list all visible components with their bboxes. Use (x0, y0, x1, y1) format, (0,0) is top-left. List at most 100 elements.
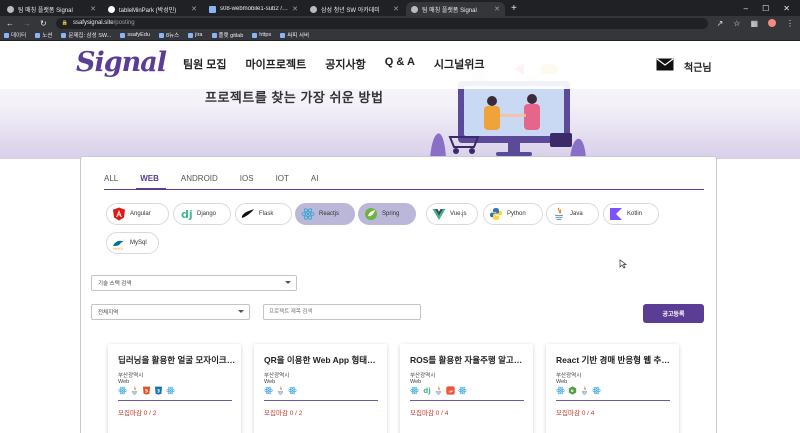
close-icon[interactable]: ✕ (783, 4, 790, 13)
bookmark-item[interactable]: 노션 (35, 31, 52, 39)
bookmark-item[interactable]: 플랫 gitlab (211, 31, 244, 39)
bookmark-label: 8뉴스 (165, 33, 180, 39)
nav-menu-item[interactable]: 공지사항 (325, 56, 365, 72)
star-icon[interactable]: ☆ (733, 19, 740, 28)
tech-chip-kotlin[interactable]: Kotlin (603, 203, 659, 225)
tech-chip-python[interactable]: Python (483, 203, 543, 225)
category-tab[interactable]: AI (311, 174, 319, 186)
page: 프로젝트를 찾는 가장 쉬운 방법 Signal 팀원 모집 마이프로젝트 공지사항… (0, 41, 800, 433)
project-card[interactable]: 딥러닝을 활용한 얼굴 모자이크 자동...부산광역시Web53모집마감 0 /… (108, 344, 241, 433)
browser-tab[interactable]: 팀 매칭 플랫폼 Signal ✕ (2, 2, 101, 16)
back-icon[interactable]: ← (6, 19, 14, 28)
bookmark-icon (120, 32, 126, 38)
tech-chip-mysql[interactable]: MySQL MySql (106, 232, 159, 254)
swift-icon (446, 386, 455, 395)
angular-icon (112, 207, 126, 221)
url-host: ssafysignal.site (72, 20, 114, 26)
tech-chip-spring[interactable]: Spring (358, 203, 416, 225)
project-tech-stack: N (556, 386, 601, 395)
html5-icon: 5 (142, 386, 151, 395)
project-region: 부산광역시 (410, 373, 436, 379)
tech-stack-search-select[interactable]: 기술 스택 검색 (91, 275, 297, 291)
java-icon (130, 386, 139, 395)
react-icon (592, 386, 601, 395)
tab-close-icon[interactable]: ✕ (494, 5, 500, 13)
top-nav: Signal 팀원 모집 마이프로젝트 공지사항 Q & A 시그널위크 척근님 (0, 41, 800, 89)
url-field[interactable]: 🔒 ssafysignal.site/posting (55, 17, 708, 29)
nav-menu-item[interactable]: 팀원 모집 (183, 56, 227, 72)
kotlin-icon (609, 207, 623, 221)
project-card[interactable]: React 기반 경매 반응형 웹 추가 개발부산광역시WebN 모집마감 0 /… (546, 344, 679, 433)
svg-text:dj: dj (423, 386, 430, 395)
react-icon (301, 207, 315, 221)
bookmark-label: ssafyEdu (127, 32, 150, 38)
category-tab[interactable]: IOT (276, 174, 289, 186)
minimize-icon[interactable]: – (744, 4, 748, 13)
tech-chip-java[interactable]: Java (546, 203, 599, 225)
user-name[interactable]: 척근님 (684, 59, 712, 74)
react-icon (288, 386, 297, 395)
project-tech-stack: 53 (118, 386, 175, 395)
browser-tab[interactable]: tableMinPark (박성민) ✕ (103, 2, 202, 16)
menu-icon[interactable]: ⋮ (786, 19, 794, 28)
category-tab[interactable]: ANDROID (181, 174, 218, 186)
tech-chip-angular[interactable]: Angular (106, 203, 169, 225)
bookmarks-bar: 데이터 노션 문제집: 삼성 SW... ssafyEdu 8뉴스 jira 플랫 gitl… (0, 30, 800, 41)
category-tab[interactable]: ALL (104, 174, 118, 186)
tab-close-icon[interactable]: ✕ (393, 5, 399, 13)
nav-menu-item[interactable]: Q & A (385, 56, 415, 72)
bookmark-item[interactable]: ssafyEdu (120, 32, 150, 38)
tech-chip-flask[interactable]: Flask (235, 203, 292, 225)
bookmark-icon (188, 32, 194, 38)
browser-tab[interactable]: 삼성 청년 SW 아카데미 ✕ (305, 2, 404, 16)
spring-icon (364, 207, 378, 221)
mouse-cursor-icon (619, 259, 627, 269)
bookmark-item[interactable]: 문제집: 삼성 SW... (61, 31, 111, 39)
nav-menu-item[interactable]: 마이프로젝트 (246, 56, 307, 72)
share-icon[interactable]: ↗ (717, 19, 724, 28)
bookmark-label: 플랫 gitlab (218, 33, 244, 39)
vue-icon (432, 207, 446, 221)
tech-chip-vuejs[interactable]: Vue.js (426, 203, 478, 225)
category-tab[interactable]: IOS (240, 174, 254, 186)
tab-close-icon[interactable]: ✕ (191, 5, 197, 13)
project-status-label: 모집마감 (118, 410, 142, 417)
tab-close-icon[interactable]: ✕ (90, 5, 96, 13)
browser-tab-title: tableMinPark (박성민) (119, 7, 177, 14)
project-field: Web (410, 379, 422, 385)
browser-tab[interactable]: s08-webmobile1-sub2 / S08P12✕ (204, 2, 303, 16)
project-card[interactable]: ROS를 활용한 자율주행 알고리즘 개... 부산광역시Webdj 모집마감 0 … (400, 344, 533, 433)
mail-icon[interactable] (656, 58, 674, 71)
bookmark-item[interactable]: https (252, 32, 271, 38)
react-icon (166, 386, 175, 395)
forward-icon[interactable]: → (23, 19, 31, 28)
bookmark-item[interactable]: 싸피 서버 (280, 31, 309, 39)
project-card[interactable]: QR을 이용한 Web App 형태의 결제... 부산광역시Web 모집마감 0 … (254, 344, 387, 433)
extension-icon[interactable]: ▦ (750, 19, 758, 28)
browser-tab[interactable]: 팀 매칭 플랫폼 Signal ✕ (406, 2, 505, 16)
react-icon (410, 386, 419, 395)
tech-chip-django[interactable]: dj Django (173, 203, 231, 225)
signal-logo[interactable]: Signal (76, 47, 167, 78)
bookmark-item[interactable]: jira (188, 32, 203, 38)
project-title-search-input[interactable] (263, 304, 421, 320)
tab-close-icon[interactable]: ✕ (292, 5, 298, 13)
project-field: Web (118, 379, 130, 385)
region-select[interactable]: 전체지역 (91, 304, 250, 320)
new-tab-button[interactable]: + (511, 2, 517, 16)
browser-tab-title: 삼성 청년 SW 아카데미 (321, 7, 380, 14)
register-post-button[interactable]: 공고등록 (643, 304, 704, 323)
category-tab[interactable]: WEB (140, 174, 159, 186)
nav-menu-item[interactable]: 시그널위크 (434, 56, 485, 72)
tech-chip-label: MySql (130, 240, 147, 246)
bookmark-item[interactable]: 8뉴스 (158, 31, 180, 39)
svg-text:N: N (571, 389, 574, 393)
profile-avatar[interactable] (768, 19, 776, 27)
browser-tab-bar: 팀 매칭 플랫폼 Signal ✕ tableMinPark (박성민) ✕ s08-w… (0, 0, 800, 16)
tech-chip-label: Kotlin (627, 211, 643, 217)
tech-chip-reactjs[interactable]: Reactjs (295, 203, 355, 225)
reload-icon[interactable]: ↻ (40, 19, 47, 28)
maximize-icon[interactable]: ☐ (762, 4, 769, 13)
java-icon (580, 386, 589, 395)
bookmark-item[interactable]: 데이터 (4, 31, 26, 39)
